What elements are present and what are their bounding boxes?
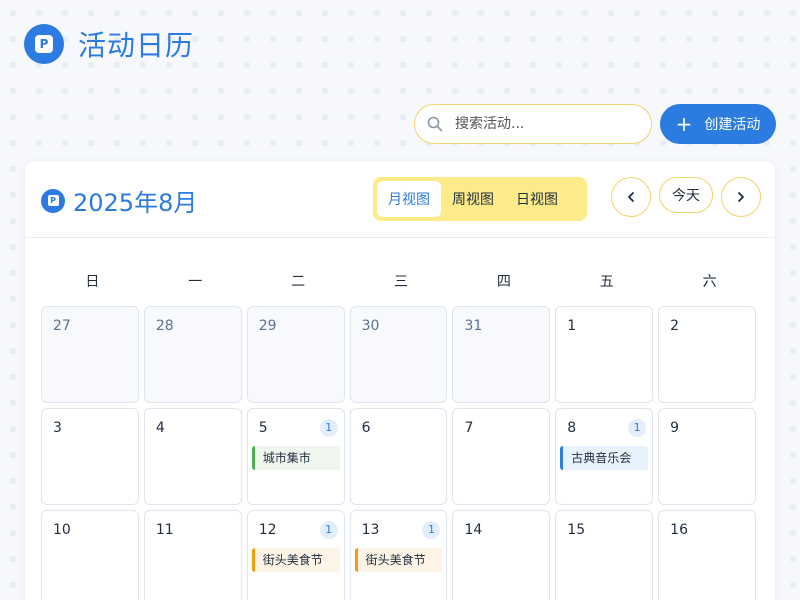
calendar-day-cell[interactable]: 10	[41, 510, 139, 600]
day-number: 16	[670, 522, 688, 538]
calendar-day-cell[interactable]: 14	[452, 510, 551, 600]
day-number: 8	[567, 420, 577, 436]
calendar-day-cell[interactable]: 5 1 城市集市	[246, 408, 345, 505]
calendar-day-cell[interactable]: 27	[41, 306, 139, 403]
weekday-label: 六	[702, 274, 717, 290]
calendar-day-cell[interactable]: 31	[452, 306, 551, 403]
day-number: 9	[670, 420, 680, 436]
day-number: 6	[361, 420, 371, 436]
calendar-day-cell[interactable]: 28	[143, 306, 242, 403]
calendar-day-cell[interactable]: 6	[349, 408, 448, 505]
day-number: 4	[155, 420, 165, 436]
day-number: 15	[567, 522, 586, 538]
calendar-day-cell[interactable]: 16	[658, 510, 757, 600]
page-title: 活动日历	[78, 29, 195, 62]
day-number: 11	[155, 522, 174, 538]
plus-icon: +	[675, 112, 693, 136]
day-number: 30	[361, 318, 380, 334]
day-number: 27	[53, 318, 71, 334]
search-icon	[427, 116, 443, 132]
tab-week-view[interactable]: 周视图	[441, 181, 505, 217]
tab-day-view[interactable]: 日视图	[505, 181, 569, 217]
calendar-day-cell[interactable]: 7	[452, 408, 551, 505]
event-chip[interactable]: 古典音乐会	[560, 446, 649, 470]
today-button[interactable]: 今天	[659, 177, 713, 213]
tab-month-view[interactable]: 月视图	[377, 181, 441, 217]
day-number: 13	[361, 522, 380, 538]
calendar-grid: 27 28 29 30 31 1 2 3 4 5 1 城市集市 6 7 8 1 古典音乐会 9 10 11 12 1 街头美…	[41, 306, 761, 600]
calendar-day-cell[interactable]: 8 1 古典音乐会	[555, 408, 654, 505]
calendar-logo-letter: P	[47, 195, 59, 206]
day-number: 7	[464, 420, 474, 436]
event-count-badge: 1	[422, 521, 441, 539]
calendar-day-cell[interactable]: 11	[143, 510, 242, 600]
calendar-day-cell[interactable]: 2	[658, 306, 757, 403]
day-number: 10	[53, 522, 71, 538]
weekday-row: 日 一 二 三 四 五 六	[41, 271, 761, 291]
weekday-label: 一	[188, 274, 203, 290]
day-number: 2	[670, 318, 680, 334]
search-box[interactable]	[414, 104, 652, 144]
event-count-badge: 1	[628, 419, 647, 437]
calendar-week-row: 27 28 29 30 31 1 2	[41, 306, 761, 403]
create-event-button[interactable]: + 创建活动	[660, 104, 776, 144]
chevron-right-icon	[738, 192, 744, 202]
calendar-day-cell[interactable]: 4	[143, 408, 242, 505]
app-header: P 活动日历	[24, 24, 194, 64]
day-number: 31	[464, 318, 483, 334]
create-event-label: 创建活动	[704, 117, 761, 133]
calendar-day-cell[interactable]: 3	[41, 408, 139, 505]
view-switch: 月视图 周视图 日视图	[373, 177, 587, 221]
calendar-logo-icon: P	[41, 188, 65, 213]
weekday-label: 日	[85, 274, 100, 290]
day-number: 12	[258, 522, 277, 538]
calendar-day-cell[interactable]: 29	[246, 306, 345, 403]
calendar-week-row: 10 11 12 1 街头美食节 13 1 街头美食节 14 15 16	[41, 510, 761, 600]
day-number: 28	[155, 318, 174, 334]
calendar-day-cell[interactable]: 9	[658, 408, 757, 505]
calendar-day-cell[interactable]: 13 1 街头美食节	[349, 510, 448, 600]
weekday-label: 五	[599, 274, 614, 290]
event-count-badge: 1	[319, 419, 338, 437]
event-count-badge: 1	[319, 521, 338, 539]
month-title: P 2025年8月	[41, 183, 197, 218]
weekday-label: 三	[394, 274, 408, 290]
prev-month-button[interactable]	[611, 177, 651, 217]
calendar-day-cell[interactable]: 12 1 街头美食节	[246, 510, 345, 600]
chevron-left-icon	[628, 192, 634, 202]
next-month-button[interactable]	[721, 177, 761, 217]
calendar-week-row: 3 4 5 1 城市集市 6 7 8 1 古典音乐会 9	[41, 408, 761, 505]
weekday-label: 二	[291, 274, 306, 290]
month-label: 2025年8月	[73, 189, 198, 217]
search-input[interactable]	[455, 116, 625, 132]
weekday-label: 四	[496, 274, 511, 290]
calendar-day-cell[interactable]: 1	[555, 306, 654, 403]
day-number: 14	[464, 522, 483, 538]
day-number: 1	[567, 318, 577, 334]
day-number: 5	[258, 420, 268, 436]
event-chip[interactable]: 街头美食节	[251, 548, 340, 572]
event-chip[interactable]: 街头美食节	[354, 548, 443, 572]
calendar-header: P 2025年8月 月视图 周视图 日视图 今天	[25, 161, 775, 238]
day-number: 3	[53, 420, 62, 436]
toolbar: + 创建活动	[414, 104, 776, 144]
app-logo-icon: P	[24, 24, 64, 64]
calendar-day-cell[interactable]: 30	[349, 306, 448, 403]
calendar-day-cell[interactable]: 15	[555, 510, 654, 600]
calendar-card: P 2025年8月 月视图 周视图 日视图 今天 日 一 二 三 四 五 六 2…	[24, 160, 776, 600]
event-chip[interactable]: 城市集市	[251, 446, 340, 470]
logo-letter: P	[35, 35, 53, 53]
day-number: 29	[258, 318, 277, 334]
